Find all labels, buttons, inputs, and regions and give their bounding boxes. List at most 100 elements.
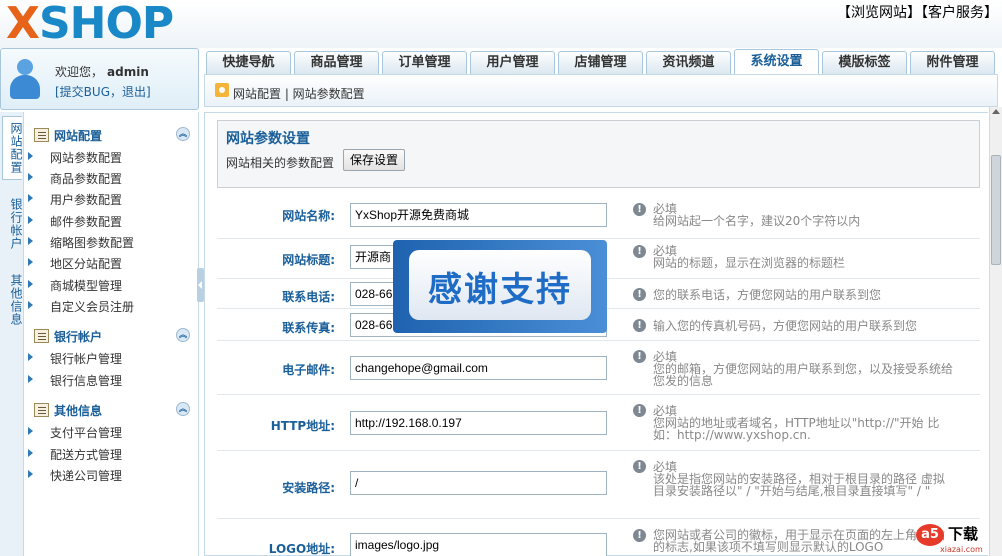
- group-bank[interactable]: 银行帐户 ︽: [34, 326, 190, 346]
- field-hint: 您网站或者公司的徽标，用于显示在页面的左上角 网站的标志,如果该项不填写则显示默…: [653, 528, 945, 554]
- hint-text: 给网站起一个名字，建议20个字符以内: [653, 214, 861, 228]
- breadcrumb-bar: 网站配置 | 网站参数配置: [204, 74, 998, 107]
- arrow-icon: [28, 173, 33, 181]
- notepad-icon: [34, 329, 49, 343]
- collapse-icon[interactable]: ︽: [176, 127, 190, 141]
- site-name-input[interactable]: YxShop开源免费商城: [350, 203, 607, 227]
- field-hint: 必填 您网站的地址或者域名，HTTP地址以"http://"开始 比如：http:…: [653, 405, 953, 441]
- site-logo: XSHOP: [6, 0, 174, 49]
- tree-item-shipping[interactable]: 配送方式管理: [28, 443, 188, 463]
- install-path-input[interactable]: /: [350, 471, 607, 495]
- speaker-icon: [215, 83, 229, 97]
- arrow-icon: [28, 470, 33, 478]
- tab-quick-nav[interactable]: 快捷导航: [206, 51, 291, 74]
- collapse-icon[interactable]: ︽: [176, 328, 190, 342]
- tree-item-bank-accounts[interactable]: 银行帐户管理: [28, 347, 188, 367]
- tree-item-label: 银行帐户管理: [50, 352, 123, 366]
- group-other[interactable]: 其他信息 ︽: [34, 400, 190, 420]
- collapse-icon[interactable]: ︽: [176, 402, 190, 416]
- main-content: 网站参数设置 网站相关的参数配置 保存设置 网站名称: YxShop开源免费商城…: [204, 112, 988, 556]
- group-title: 其他信息: [54, 404, 103, 418]
- header: XSHOP 【浏览网站】【客户服务】: [0, 0, 1002, 48]
- arrow-icon: [28, 449, 33, 457]
- hint-text: 该处是指您网站的安装路径，相对于根目录的路径 虚拟目录安装路径以" / "开始与…: [653, 472, 945, 498]
- tree-item-mail-params[interactable]: 邮件参数配置: [28, 210, 188, 230]
- notepad-icon: [34, 403, 49, 417]
- tree-item-custom-register[interactable]: 自定义会员注册: [28, 295, 188, 315]
- field-label: HTTP地址:: [270, 419, 335, 433]
- save-button[interactable]: 保存设置: [343, 149, 406, 171]
- logo-x: X: [6, 0, 40, 49]
- form-row-email: 电子邮件: changehope@gmail.com ! 必填 您的邮箱，方便您网…: [217, 341, 980, 395]
- notepad-icon: [34, 128, 49, 142]
- vertical-scrollbar[interactable]: [989, 107, 1002, 556]
- side-tab-other[interactable]: 其他信息: [2, 268, 23, 332]
- tab-attachments[interactable]: 附件管理: [910, 51, 995, 74]
- group-title: 银行帐户: [54, 330, 103, 344]
- side-tabs: 网站配置 银行帐户 其他信息: [0, 112, 24, 556]
- tab-shops[interactable]: 店铺管理: [558, 51, 643, 74]
- tree-item-label: 配送方式管理: [50, 448, 123, 462]
- tree-item-label: 银行信息管理: [50, 374, 123, 388]
- hint-text: 您网站的地址或者域名，HTTP地址以"http://"开始 比如：http://…: [653, 416, 940, 442]
- tree-item-label: 缩略图参数配置: [50, 236, 135, 250]
- tree-item-region-sites[interactable]: 地区分站配置: [28, 252, 188, 272]
- field-label: 联系传真:: [282, 321, 335, 335]
- info-icon: !: [633, 529, 646, 542]
- tree-item-mall-models[interactable]: 商城模型管理: [28, 274, 188, 294]
- tree-item-user-params[interactable]: 用户参数配置: [28, 188, 188, 208]
- welcome-text: 欢迎您， admin: [55, 63, 149, 80]
- tree-item-express[interactable]: 快递公司管理: [28, 464, 188, 484]
- info-icon: !: [633, 288, 646, 301]
- arrow-icon: [28, 216, 33, 224]
- watermark-label: 下载: [948, 525, 979, 543]
- left-tree: 网站配置 ︽ 网站参数配置 商品参数配置 用户参数配置 邮件参数配置 缩略图参数…: [24, 112, 199, 556]
- tree-item-label: 商城模型管理: [50, 279, 123, 293]
- info-icon: !: [633, 350, 646, 363]
- watermark-logo: a5: [916, 524, 944, 546]
- logo-address-input[interactable]: images/logo.jpg: [350, 533, 607, 556]
- banner-inner: 感谢支持: [409, 250, 591, 320]
- watermark-site: xiazai.com: [940, 545, 983, 554]
- logo-rest: SHOP: [38, 0, 174, 49]
- email-field[interactable]: changehope@gmail.com: [350, 356, 607, 380]
- banner-text: 感谢支持: [428, 270, 572, 310]
- field-hint: 您的联系电话，方便您网站的用户联系到您: [653, 288, 882, 302]
- tree-item-site-params[interactable]: 网站参数配置: [28, 146, 188, 166]
- tab-orders[interactable]: 订单管理: [382, 51, 467, 74]
- arrow-icon: [28, 427, 33, 435]
- tab-goods[interactable]: 商品管理: [294, 51, 379, 74]
- side-tab-site-config[interactable]: 网站配置: [2, 116, 23, 180]
- tab-news[interactable]: 资讯频道: [646, 51, 731, 74]
- tab-system-settings[interactable]: 系统设置: [734, 49, 819, 74]
- arrow-icon: [28, 258, 33, 266]
- side-tab-bank[interactable]: 银行帐户: [2, 192, 23, 256]
- tree-item-label: 支付平台管理: [50, 426, 123, 440]
- tree-item-label: 快递公司管理: [50, 469, 123, 483]
- form-row-site-name: 网站名称: YxShop开源免费商城 ! 必填 给网站起一个名字，建议20个字符以…: [217, 195, 980, 239]
- field-hint: 必填 给网站起一个名字，建议20个字符以内: [653, 203, 953, 227]
- form-row-install-path: 安装路径: / ! 必填 该处是指您网站的安装路径，相对于根目录的路径 虚拟目录安…: [217, 451, 980, 519]
- http-address-input[interactable]: http://192.168.0.197: [350, 411, 607, 435]
- scroll-up-icon[interactable]: [992, 109, 1000, 114]
- info-icon: !: [633, 404, 646, 417]
- tree-item-bank-info[interactable]: 银行信息管理: [28, 369, 188, 389]
- field-label: 安装路径:: [282, 481, 335, 495]
- user-links[interactable]: [提交BUG，退出]: [55, 83, 151, 100]
- tab-users[interactable]: 用户管理: [470, 51, 555, 74]
- field-label: 电子邮件:: [282, 363, 335, 377]
- tab-templates[interactable]: 模版标签: [822, 51, 907, 74]
- tree-item-payment[interactable]: 支付平台管理: [28, 421, 188, 441]
- tree-item-thumb-params[interactable]: 缩略图参数配置: [28, 231, 188, 251]
- scroll-thumb[interactable]: [991, 155, 1001, 265]
- tree-item-label: 商品参数配置: [50, 172, 123, 186]
- arrow-icon: [28, 375, 33, 383]
- tree-item-goods-params[interactable]: 商品参数配置: [28, 167, 188, 187]
- field-hint: 必填 您的邮箱，方便您网站的用户联系到您，以及接受系统给您发的信息: [653, 351, 953, 387]
- info-icon: !: [633, 319, 646, 332]
- panel-splitter[interactable]: [197, 268, 204, 302]
- top-links[interactable]: 【浏览网站】【客户服务】: [837, 2, 998, 22]
- arrow-icon: [28, 237, 33, 245]
- group-site-config[interactable]: 网站配置 ︽: [34, 125, 190, 145]
- tree-item-label: 邮件参数配置: [50, 215, 123, 229]
